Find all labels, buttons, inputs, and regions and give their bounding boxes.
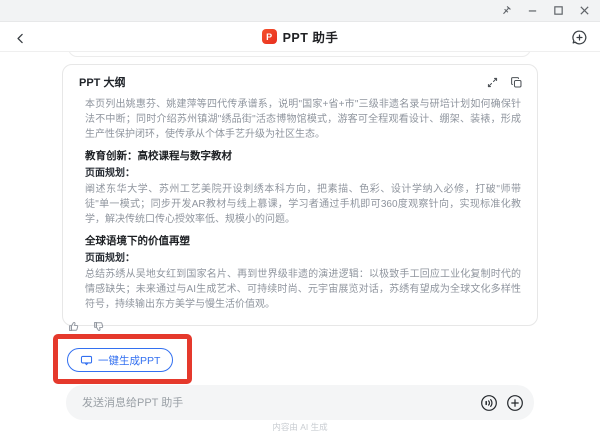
thumbs-down-button[interactable] bbox=[93, 320, 106, 333]
card-toolbar bbox=[486, 76, 523, 89]
generate-ppt-button[interactable]: 一键生成PPT bbox=[67, 348, 173, 372]
pin-button[interactable] bbox=[498, 3, 514, 19]
chat-area: PPT 大纲 bbox=[0, 52, 600, 385]
page-title: PPT 助手 bbox=[283, 27, 339, 46]
card-body: 本页列出姚惠芬、姚建萍等四代传承谱系，说明"国家+省+市"三级非遗名录与研培计划… bbox=[63, 91, 537, 312]
thumbs-up-icon bbox=[68, 320, 81, 333]
expand-icon bbox=[486, 76, 499, 89]
ppt-outline-card: PPT 大纲 bbox=[62, 64, 538, 326]
back-button[interactable] bbox=[12, 30, 28, 46]
message-input[interactable] bbox=[82, 397, 480, 409]
maximize-button[interactable] bbox=[550, 3, 566, 19]
app-header: P PPT 助手 bbox=[0, 22, 600, 52]
thumbs-down-icon bbox=[93, 320, 106, 333]
window-titlebar bbox=[0, 0, 600, 22]
expand-button[interactable] bbox=[486, 76, 499, 89]
voice-icon bbox=[480, 394, 498, 412]
outline-paragraph: 阐述东华大学、苏州工艺美院开设刺绣本科方向，把素描、色彩、设计学纳入必修，打破"… bbox=[85, 182, 521, 227]
pin-icon bbox=[500, 5, 512, 17]
outline-paragraph: 总结苏绣从吴地女红到国家名片、再到世界级非遗的演进逻辑：以极致手工回应工业化复制… bbox=[85, 267, 521, 312]
maximize-icon bbox=[553, 5, 564, 16]
new-chat-button[interactable] bbox=[571, 29, 588, 46]
composer-actions bbox=[480, 394, 524, 412]
outline-heading: 教育创新：高校课程与数字教材 bbox=[85, 148, 521, 164]
copy-button[interactable] bbox=[510, 76, 523, 89]
app-title-group: P PPT 助手 bbox=[262, 27, 339, 46]
ppt-logo-icon: P bbox=[262, 29, 277, 44]
minimize-button[interactable] bbox=[524, 3, 540, 19]
outline-heading: 全球语境下的价值再塑 bbox=[85, 233, 521, 249]
copy-icon bbox=[510, 76, 523, 89]
ai-disclaimer: 内容由 AI 生成 bbox=[0, 421, 600, 433]
speech-bubble-plus-icon bbox=[571, 29, 588, 46]
outline-subheading: 页面规划： bbox=[85, 251, 521, 267]
voice-button[interactable] bbox=[480, 394, 498, 412]
outline-paragraph: 本页列出姚惠芬、姚建萍等四代传承谱系，说明"国家+省+市"三级非遗名录与研培计划… bbox=[85, 97, 521, 142]
app-window: P PPT 助手 PPT 大纲 bbox=[0, 0, 600, 433]
card-title: PPT 大纲 bbox=[79, 74, 125, 90]
plus-circle-icon bbox=[506, 394, 524, 412]
feedback-row bbox=[68, 320, 106, 333]
generate-ppt-label: 一键生成PPT bbox=[98, 353, 160, 368]
presentation-icon bbox=[80, 354, 93, 367]
close-icon bbox=[579, 5, 590, 16]
thumbs-up-button[interactable] bbox=[68, 320, 81, 333]
outline-subheading: 页面规划： bbox=[85, 166, 521, 182]
add-button[interactable] bbox=[506, 394, 524, 412]
chevron-left-icon bbox=[14, 32, 27, 45]
close-button[interactable] bbox=[576, 3, 592, 19]
message-composer bbox=[66, 385, 534, 420]
card-header: PPT 大纲 bbox=[63, 73, 537, 91]
minimize-icon bbox=[527, 5, 538, 16]
